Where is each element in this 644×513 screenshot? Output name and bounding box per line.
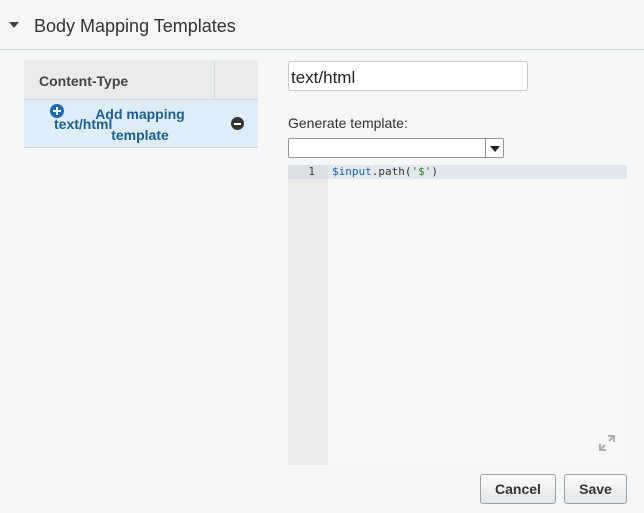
add-icon[interactable] [50,104,64,118]
generate-template-label: Generate template: [288,115,408,131]
expand-icon[interactable] [598,434,616,452]
code-method: path( [378,165,412,178]
code-string: '$' [411,165,432,178]
line-number: 1 [288,165,328,179]
save-button[interactable]: Save [564,474,627,504]
code-line[interactable]: $input.path('$') [332,165,438,179]
content-type-input[interactable] [288,61,528,91]
code-close: ) [431,165,438,178]
content-type-header: Content-Type [24,60,258,100]
chevron-down-icon[interactable] [485,139,503,157]
collapse-caret-icon[interactable] [9,22,19,28]
editor-gutter: 1 [288,165,328,465]
remove-icon[interactable] [231,117,244,130]
content-type-header-label: Content-Type [39,73,129,89]
generate-template-select[interactable] [288,138,504,158]
add-mapping-template-label[interactable]: Add mapping template [80,104,200,146]
code-variable: $input [332,165,372,178]
template-code-editor[interactable]: 1 $input.path('$') [288,165,627,465]
header-divider [214,60,215,100]
cancel-button[interactable]: Cancel [480,474,556,504]
section-title: Body Mapping Templates [34,16,236,36]
body-mapping-page: Body Mapping Templates Content-Type text… [0,0,644,513]
section-header[interactable]: Body Mapping Templates [0,0,644,50]
